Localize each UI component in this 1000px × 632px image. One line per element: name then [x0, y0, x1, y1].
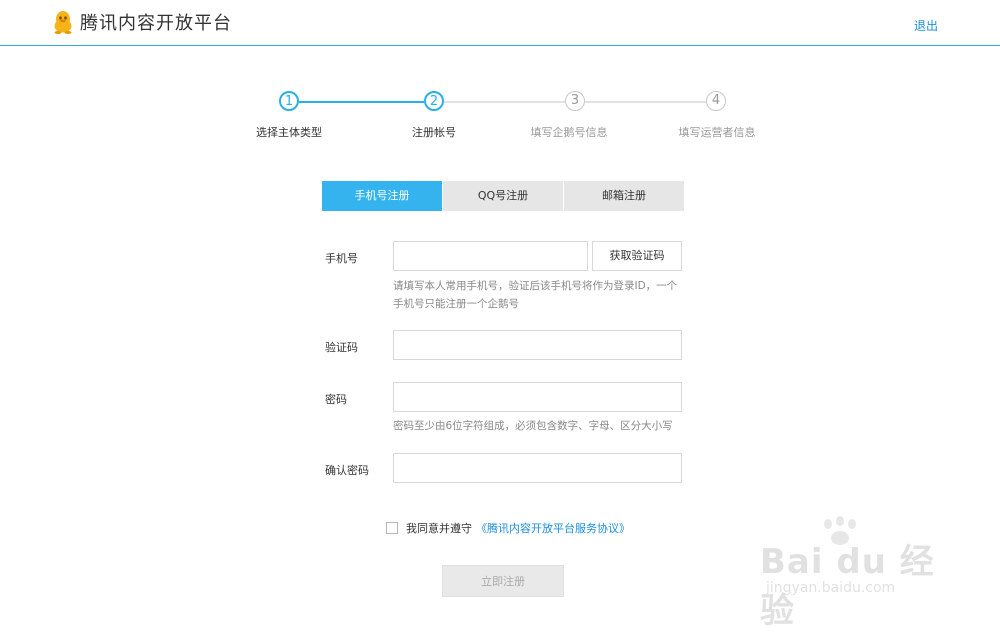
confirm-password-input[interactable] [393, 453, 682, 483]
password-label: 密码 [325, 393, 347, 406]
logo-text: 腾讯内容开放平台 [80, 13, 232, 34]
step-connector-3 [585, 101, 706, 103]
phone-input[interactable] [393, 241, 588, 271]
agreement-row: 我同意并遵守 《腾讯内容开放平台服务协议》 [386, 520, 630, 536]
step-1-label: 选择主体类型 [256, 126, 322, 139]
logout-link[interactable]: 退出 [914, 17, 938, 34]
phone-hint-line-2: 手机号只能注册一个企鹅号 [393, 298, 519, 310]
agree-text: 我同意并遵守 [406, 522, 472, 535]
watermark-sub-text: jingyan.baidu.com [766, 580, 896, 596]
tab-phone-register[interactable]: 手机号注册 [322, 181, 442, 211]
code-input[interactable] [393, 330, 682, 360]
agree-checkbox[interactable] [386, 522, 398, 534]
top-header: 腾讯内容开放平台 退出 [0, 0, 1000, 46]
phone-hint: 请填写本人常用手机号，验证后该手机号将作为登录ID，一个 手机号只能注册一个企鹅… [393, 277, 688, 313]
penguin-icon [52, 10, 74, 38]
confirm-password-label: 确认密码 [325, 464, 369, 477]
service-agreement-link[interactable]: 《腾讯内容开放平台服务协议》 [476, 520, 630, 536]
register-method-tabs: 手机号注册 QQ号注册 邮箱注册 [322, 181, 685, 211]
password-hint: 密码至少由6位字符组成，必须包含数字、字母、区分大小写 [393, 420, 673, 432]
step-1-circle: 1 [279, 91, 299, 111]
tab-qq-register[interactable]: QQ号注册 [443, 181, 563, 211]
step-connector-1 [299, 101, 424, 103]
baidu-jingyan-watermark: Bai du 经验 jingyan.baidu.com [760, 516, 950, 631]
code-label: 验证码 [325, 341, 358, 354]
step-3-circle: 3 [565, 91, 585, 111]
step-3-label: 填写企鹅号信息 [530, 126, 608, 139]
get-code-button[interactable]: 获取验证码 [592, 241, 682, 271]
step-4-circle: 4 [706, 91, 726, 111]
logo[interactable]: 腾讯内容开放平台 [52, 10, 232, 38]
step-connector-2 [444, 101, 565, 103]
phone-label: 手机号 [325, 252, 358, 265]
register-now-button[interactable]: 立即注册 [442, 565, 564, 597]
phone-hint-line-1: 请填写本人常用手机号，验证后该手机号将作为登录ID，一个 [393, 280, 678, 292]
password-input[interactable] [393, 382, 682, 412]
tab-email-register[interactable]: 邮箱注册 [564, 181, 684, 211]
step-2-circle: 2 [424, 91, 444, 111]
step-2-label: 注册帐号 [412, 126, 456, 139]
step-4-label: 填写运营者信息 [678, 126, 756, 139]
